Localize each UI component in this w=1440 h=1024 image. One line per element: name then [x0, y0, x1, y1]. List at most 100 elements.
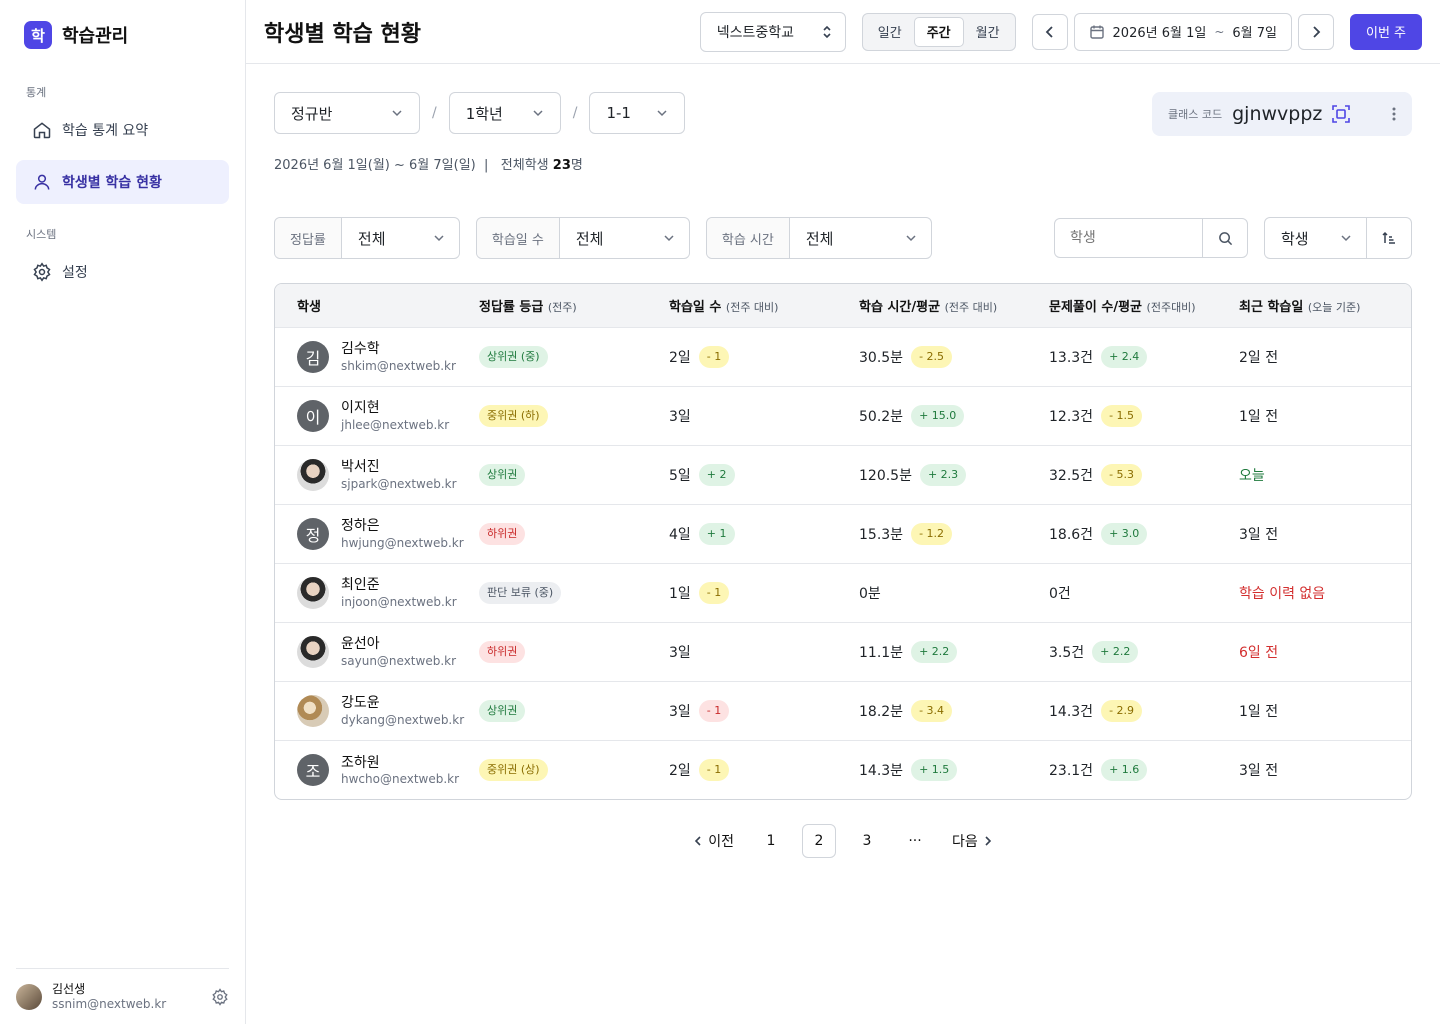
- school-select[interactable]: 넥스트중학교: [699, 11, 846, 52]
- table-row[interactable]: 윤선아 sayun@nextweb.kr 하위권 3일 11.1분 + 2.2 3.5건 + …: [275, 622, 1411, 681]
- header-sub: (오늘 기준): [1307, 300, 1361, 314]
- section-label-system: 시스템: [26, 228, 57, 241]
- sidebar-item-settings[interactable]: 설정: [16, 250, 229, 294]
- sort-direction-button[interactable]: [1367, 218, 1411, 258]
- chevron-down-icon: [1341, 235, 1351, 242]
- user-email: ssnim@nextweb.kr: [52, 996, 167, 1011]
- table-row[interactable]: 최인준 injoon@nextweb.kr 판단 보류 (중) 1일 - 1 0분 0건 학습…: [275, 563, 1411, 622]
- search-input[interactable]: [1055, 219, 1202, 257]
- study-time: 120.5분: [859, 467, 912, 484]
- student-name[interactable]: 윤선아: [341, 635, 456, 653]
- main: 학생별 학습 현황 넥스트중학교 일간 주간 월간 2026년 6월 1일 ~ …: [246, 0, 1440, 1024]
- time-delta-badge: - 2.5: [911, 345, 953, 368]
- page-title: 학생별 학습 현황: [264, 21, 421, 47]
- recent-study: 1일 전: [1239, 408, 1279, 425]
- summary-divider: |: [484, 158, 489, 173]
- date-range-picker[interactable]: 2026년 6월 1일 ~ 6월 7일: [1073, 12, 1292, 51]
- prev-period-button[interactable]: [1031, 13, 1068, 50]
- student-avatar: 정: [297, 517, 329, 550]
- days-filter: 학습일 수 전체: [475, 217, 690, 259]
- period-weekly[interactable]: 주간: [913, 16, 964, 47]
- time-delta-badge: - 3.4: [911, 699, 953, 722]
- table-row[interactable]: 김 김수학 shkim@nextweb.kr 상위권 (중) 2일 - 1 30.5분 - 2…: [275, 327, 1411, 386]
- more-vertical-icon[interactable]: [1392, 107, 1396, 121]
- study-days: 5일: [669, 467, 691, 484]
- column-header-recent[interactable]: 최근 학습일 (오늘 기준): [1239, 284, 1411, 327]
- days-delta-badge: - 1: [698, 758, 730, 781]
- user-profile: 김선생 ssnim@nextweb.kr: [16, 968, 229, 1024]
- column-header-problems[interactable]: 문제풀이 수/평균 (전주대비): [1049, 284, 1239, 327]
- time-delta-badge: - 1.2: [911, 522, 953, 545]
- time-delta-badge: + 2.3: [919, 463, 967, 486]
- this-week-button[interactable]: 이번 주: [1349, 13, 1422, 50]
- problem-count: 0건: [1049, 585, 1071, 602]
- study-time: 0분: [859, 585, 881, 602]
- table-row[interactable]: 박서진 sjpark@nextweb.kr 상위권 5일 + 2 120.5분 + 2.3 3…: [275, 445, 1411, 504]
- student-avatar: [297, 458, 329, 491]
- student-avatar: 이: [297, 399, 329, 432]
- table-row[interactable]: 이 이지현 jhlee@nextweb.kr 중위권 (하) 3일 50.2분 + 15.0…: [275, 386, 1411, 445]
- search-button[interactable]: [1202, 219, 1247, 257]
- study-days: 3일: [669, 644, 691, 661]
- page-3[interactable]: 3: [850, 824, 884, 858]
- student-email: sayun@nextweb.kr: [341, 653, 457, 668]
- period-daily[interactable]: 일간: [866, 17, 914, 47]
- student-name[interactable]: 박서진: [341, 458, 457, 476]
- problem-count: 23.1건: [1049, 762, 1094, 779]
- study-time: 50.2분: [859, 408, 904, 425]
- table-row[interactable]: 정 정하은 hwjung@nextweb.kr 하위권 4일 + 1 15.3분 - 1.2 1…: [275, 504, 1411, 563]
- days-filter-select[interactable]: 전체: [560, 218, 689, 258]
- time-filter-select[interactable]: 전체: [790, 218, 931, 258]
- student-email: injoon@nextweb.kr: [341, 594, 457, 609]
- days-delta-badge: - 1: [698, 345, 730, 368]
- gear-icon[interactable]: [211, 987, 229, 1006]
- page-1[interactable]: 1: [754, 824, 788, 858]
- student-email: sjpark@nextweb.kr: [341, 476, 457, 491]
- student-name[interactable]: 김수학: [341, 340, 456, 358]
- school-select-value: 넥스트중학교: [716, 24, 795, 41]
- qr-scan-icon[interactable]: [1332, 105, 1351, 123]
- summary-total-label: 전체학생: [500, 158, 549, 173]
- accuracy-filter-select[interactable]: 전체: [342, 218, 459, 258]
- problems-delta-badge: + 2.4: [1101, 345, 1148, 368]
- sidebar-item-students[interactable]: 학생별 학습 현황: [16, 160, 229, 204]
- metric-filter-row: 정답률 전체 학습일 수 전체 학습 시간 전체 학생 학생: [274, 217, 1412, 259]
- class-type-select[interactable]: 정규반: [274, 92, 420, 134]
- grade-select[interactable]: 1학년: [448, 92, 561, 134]
- column-header-student[interactable]: 학생: [275, 284, 479, 327]
- brand[interactable]: 학 학습관리: [16, 0, 229, 70]
- section-label-stats: 통계: [26, 86, 47, 99]
- column-header-grade[interactable]: 정답률 등급 (전주): [479, 284, 669, 327]
- table-row[interactable]: 강도윤 dykang@nextweb.kr 상위권 3일 - 1 18.2분 - 3.4 14…: [275, 681, 1411, 740]
- table-row[interactable]: 조 조하원 hwcho@nextweb.kr 중위권 (상) 2일 - 1 14.3분 + 1…: [275, 740, 1411, 799]
- brand-logo: 학: [24, 21, 52, 49]
- student-email: jhlee@nextweb.kr: [341, 417, 450, 432]
- next-period-button[interactable]: [1297, 13, 1334, 50]
- column-header-time[interactable]: 학습 시간/평균 (전주 대비): [859, 284, 1049, 327]
- class-select[interactable]: 1-1: [589, 92, 686, 134]
- sidebar-item-summary[interactable]: 학습 통계 요약: [16, 108, 229, 152]
- student-avatar: [297, 576, 329, 609]
- student-name[interactable]: 최인준: [341, 576, 457, 594]
- next-page-label: 다음: [952, 834, 978, 850]
- sort-select[interactable]: 학생: [1265, 218, 1367, 258]
- chevron-right-icon: [985, 836, 992, 846]
- period-summary: 2026년 6월 1일(월) ~ 6월 7일(일) | 전체학생 23명: [274, 154, 1412, 173]
- chevron-right-icon: [1313, 25, 1321, 38]
- page-2[interactable]: 2: [802, 824, 836, 858]
- student-name[interactable]: 조하원: [341, 754, 459, 772]
- days-delta-badge: - 1: [698, 581, 730, 604]
- column-header-days[interactable]: 학습일 수 (전주 대비): [669, 284, 859, 327]
- student-name[interactable]: 이지현: [341, 399, 449, 417]
- header-label: 최근 학습일: [1239, 299, 1304, 315]
- student-name[interactable]: 강도윤: [341, 694, 464, 712]
- period-monthly[interactable]: 월간: [964, 17, 1012, 47]
- grade-badge: 중위권 (상): [479, 758, 548, 781]
- days-delta-badge: + 2: [698, 463, 735, 486]
- next-page-button[interactable]: 다음: [946, 824, 1000, 858]
- student-name[interactable]: 정하은: [341, 517, 464, 535]
- time-filter: 학습 시간 전체: [705, 217, 932, 259]
- study-days: 3일: [669, 703, 691, 720]
- prev-page-button[interactable]: 이전: [686, 824, 740, 858]
- time-filter-label: 학습 시간: [706, 218, 790, 258]
